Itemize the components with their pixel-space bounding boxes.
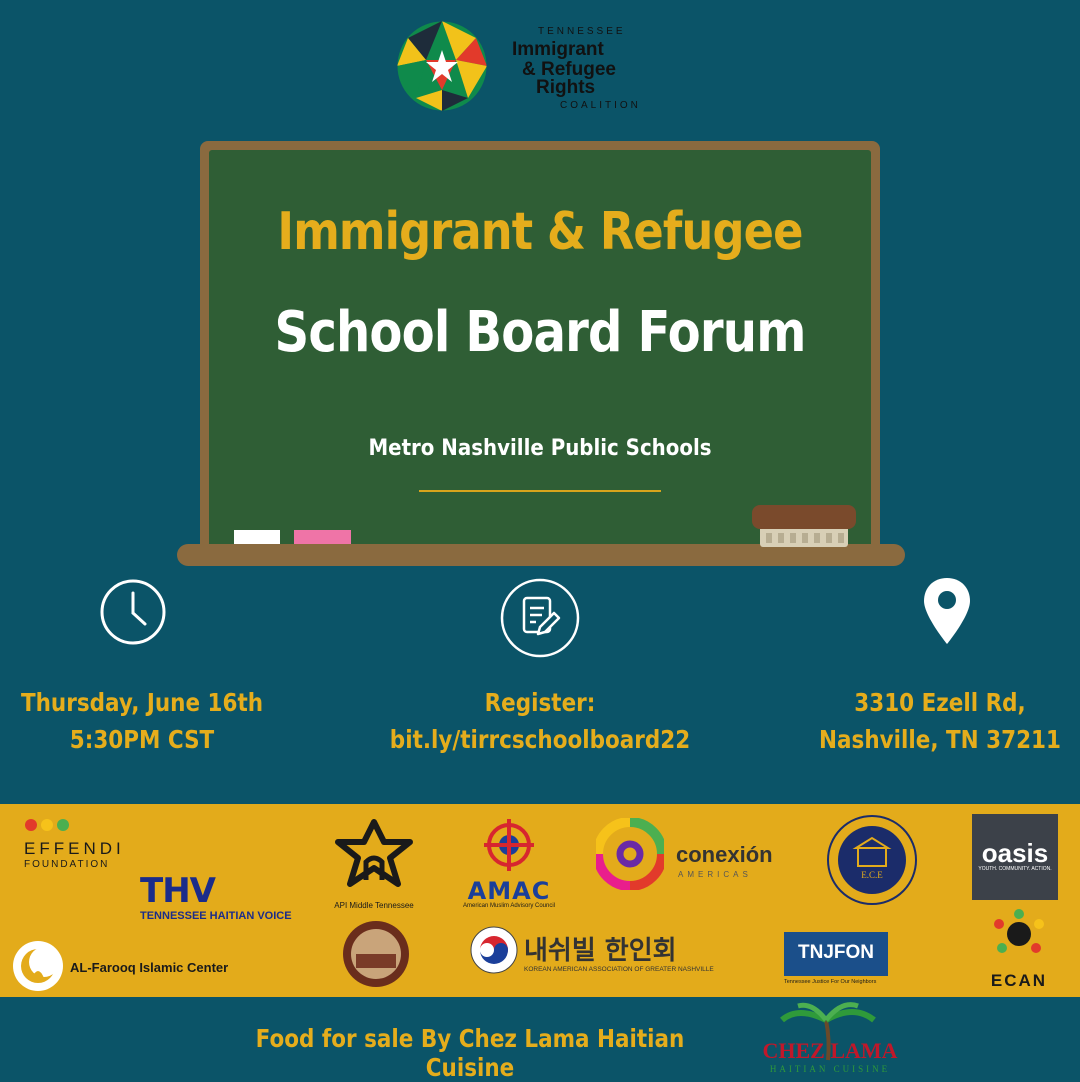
conexion-americas-logo: conexión AMERICAS xyxy=(593,817,776,898)
register-form-icon xyxy=(500,578,580,658)
tnjfon-logo: TNJFON Tennessee Justice For Our Neighbo… xyxy=(784,932,888,990)
register-link[interactable]: bit.ly/tirrcschoolboard22 xyxy=(385,721,695,758)
taegeuk-seal-icon xyxy=(470,926,518,974)
oasis-sub: YOUTH. COMMUNITY. ACTION. xyxy=(978,866,1052,872)
al-farooq-islamic-center-logo: AL-Farooq Islamic Center xyxy=(12,940,252,992)
pink-chalk xyxy=(294,530,351,545)
chez-lama-logo: CHEZ LAMA HAITIAN CUISINE xyxy=(758,1000,898,1080)
address-city: Nashville, TN 37211 xyxy=(819,725,1061,754)
oasis-name: oasis xyxy=(981,838,1049,868)
amac-logo: AMAC American Muslim Advisory Council xyxy=(454,816,564,909)
tennessee-haitian-voice-logo: THV TENNESSEE HAITIAN VOICE xyxy=(140,874,320,926)
logo-rights-text: Rights xyxy=(536,77,596,98)
logo-coalition-text: COALITION xyxy=(560,100,641,111)
conexion-ring-icon xyxy=(593,817,667,891)
effendi-foundation-logo: EFFENDI FOUNDATION xyxy=(24,818,164,878)
event-time: 5:30PM CST xyxy=(69,725,215,754)
star-arch-icon xyxy=(335,819,413,887)
registration-info: Register: bit.ly/tirrcschoolboard22 xyxy=(385,684,695,758)
ece-seal-icon: E.C.E xyxy=(827,815,917,905)
white-chalk xyxy=(234,530,280,545)
tnjfon-name: TNJFON xyxy=(784,932,888,976)
event-date: Thursday, June 16th xyxy=(20,688,264,717)
tnjfon-sub: Tennessee Justice For Our Neighbors xyxy=(784,979,877,985)
effendi-name: EFFENDI xyxy=(24,839,125,858)
location-pin-icon xyxy=(924,578,970,644)
api-name: API Middle Tennessee xyxy=(334,901,414,910)
oasis-logo: oasis YOUTH. COMMUNITY. ACTION. xyxy=(972,814,1058,900)
al-farooq-name: AL-Farooq Islamic Center xyxy=(70,960,229,975)
event-subtitle: Metro Nashville Public Schools xyxy=(368,436,712,461)
register-label: Register: xyxy=(484,688,596,717)
event-title-line-1: Immigrant & Refugee xyxy=(277,202,803,262)
korean-sub: KOREAN AMERICAN ASSOCIATION OF GREATER N… xyxy=(524,966,714,973)
effendi-sub: FOUNDATION xyxy=(24,859,110,870)
thv-sub: TENNESSEE HAITIAN VOICE xyxy=(140,910,292,922)
logo-tennessee-text: TENNESSEE xyxy=(538,26,626,37)
crescent-dome-icon xyxy=(13,941,63,991)
coalition-globe-icon xyxy=(396,20,488,112)
ece-logo: E.C.E xyxy=(826,814,918,906)
chez-sub: HAITIAN CUISINE xyxy=(769,1064,891,1074)
conexion-sub: AMERICAS xyxy=(678,870,752,879)
amac-name: AMAC xyxy=(467,877,551,905)
coalition-logo: TENNESSEE Immigrant & Refugee Rights COA… xyxy=(396,20,666,116)
clock-icon xyxy=(100,579,166,645)
chez-name: CHEZ LAMA xyxy=(762,1038,898,1063)
ecan-people-icon xyxy=(994,909,1044,953)
ece-name: E.C.E xyxy=(861,870,883,880)
ecan-name: ECAN xyxy=(990,971,1048,990)
chalk-ledge xyxy=(177,544,905,566)
event-date-time: Thursday, June 16th 5:30PM CST xyxy=(20,684,264,758)
amac-emblem-icon xyxy=(484,819,534,871)
thv-name: THV xyxy=(140,871,216,911)
ecan-logo: ECAN xyxy=(980,908,1058,990)
sponsor-logos-band: EFFENDI FOUNDATION THV TENNESSEE HAITIAN… xyxy=(0,804,1080,997)
korean-name: 내쉬빌 한인회 xyxy=(524,936,677,966)
food-sale-text: Food for sale By Chez Lama Haitian Cuisi… xyxy=(255,1024,685,1082)
address-street: 3310 Ezell Rd, xyxy=(854,688,1026,717)
conexion-name: conexión xyxy=(676,842,773,867)
community-circle-logo-icon xyxy=(343,921,409,987)
logo-immigrant-text: Immigrant xyxy=(512,39,604,60)
event-address: 3310 Ezell Rd, Nashville, TN 37211 xyxy=(811,684,1069,758)
event-title-line-2: School Board Forum xyxy=(274,300,806,365)
amac-sub: American Muslim Advisory Council xyxy=(462,903,556,909)
chalkboard-eraser xyxy=(752,505,856,547)
subtitle-underline xyxy=(419,490,661,492)
traffic-dots-icon xyxy=(25,819,69,831)
korean-american-association-logo: 내쉬빌 한인회 KOREAN AMERICAN ASSOCIATION OF G… xyxy=(470,926,720,986)
api-middle-tennessee-logo: API Middle Tennessee xyxy=(326,818,422,910)
